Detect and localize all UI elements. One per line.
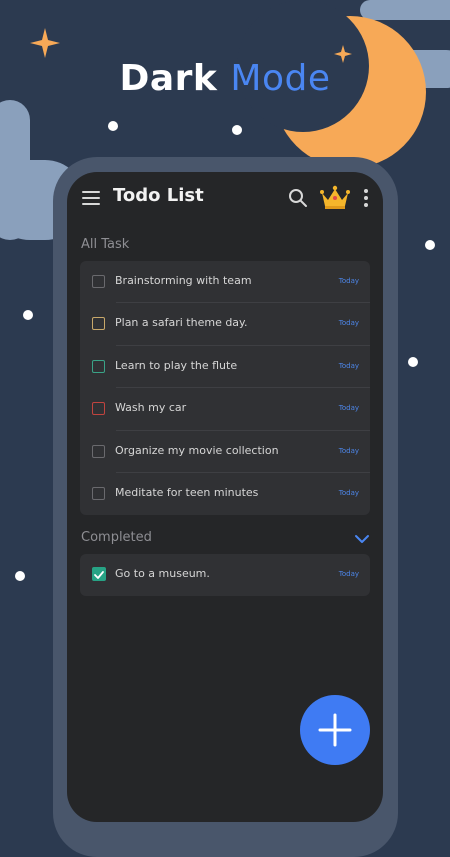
task-date: Today	[338, 570, 359, 578]
task-row[interactable]: Wash my car Today	[80, 388, 370, 431]
task-checkbox[interactable]	[92, 317, 105, 331]
task-checkbox[interactable]	[92, 275, 105, 288]
task-title: Learn to play the flute	[115, 358, 238, 372]
task-title: Wash my car	[115, 401, 187, 415]
task-row[interactable]: Meditate for teen minutes Today	[80, 473, 370, 515]
task-row[interactable]: Learn to play the flute Today	[80, 346, 370, 389]
headline-word-2: Mode	[230, 58, 331, 99]
task-row[interactable]: Brainstorming with team Today	[80, 261, 370, 304]
app-screen: Todo List All Task Brainstorming with te…	[67, 172, 383, 822]
headline-word-1: Dark	[119, 58, 218, 99]
star-icon	[30, 28, 60, 58]
add-task-button[interactable]	[300, 695, 370, 765]
task-title: Go to a museum.	[115, 567, 210, 580]
plus-icon	[318, 713, 352, 747]
all-task-label: All Task	[81, 237, 130, 252]
task-checkbox[interactable]	[92, 359, 105, 373]
task-date: Today	[338, 319, 359, 328]
more-vert-icon[interactable]	[364, 189, 368, 207]
app-title: Todo List	[113, 185, 204, 206]
task-date: Today	[338, 404, 359, 413]
menu-icon[interactable]	[82, 191, 100, 205]
task-title: Brainstorming with team	[115, 274, 252, 287]
task-date: Today	[338, 361, 359, 370]
crown-icon[interactable]	[319, 184, 351, 210]
task-title: Meditate for teen minutes	[115, 485, 259, 499]
task-row[interactable]: Plan a safari theme day. Today	[80, 303, 370, 346]
task-checkbox[interactable]	[92, 444, 105, 458]
task-checkbox[interactable]	[92, 402, 105, 416]
checked-checkbox-icon[interactable]	[92, 567, 106, 581]
task-row[interactable]: Go to a museum. Today	[80, 554, 370, 596]
promo-scene: Dark Mode Todo List All Task Brainstormi…	[0, 0, 450, 857]
task-title: Organize my movie collection	[115, 443, 279, 457]
task-checkbox[interactable]	[92, 486, 105, 500]
headline: Dark Mode	[0, 58, 450, 99]
task-row[interactable]: Organize my movie collection Today	[80, 431, 370, 473]
task-title: Plan a safari theme day.	[115, 316, 248, 330]
all-task-list: Brainstorming with team Today Plan a saf…	[80, 261, 370, 516]
task-date: Today	[338, 488, 359, 497]
chevron-down-icon[interactable]	[354, 534, 370, 544]
completed-list: Go to a museum. Today	[80, 554, 370, 597]
search-icon[interactable]	[288, 188, 308, 208]
task-date: Today	[338, 277, 359, 285]
task-date: Today	[338, 446, 359, 455]
completed-label: Completed	[81, 530, 152, 545]
app-bar: Todo List	[67, 172, 383, 224]
